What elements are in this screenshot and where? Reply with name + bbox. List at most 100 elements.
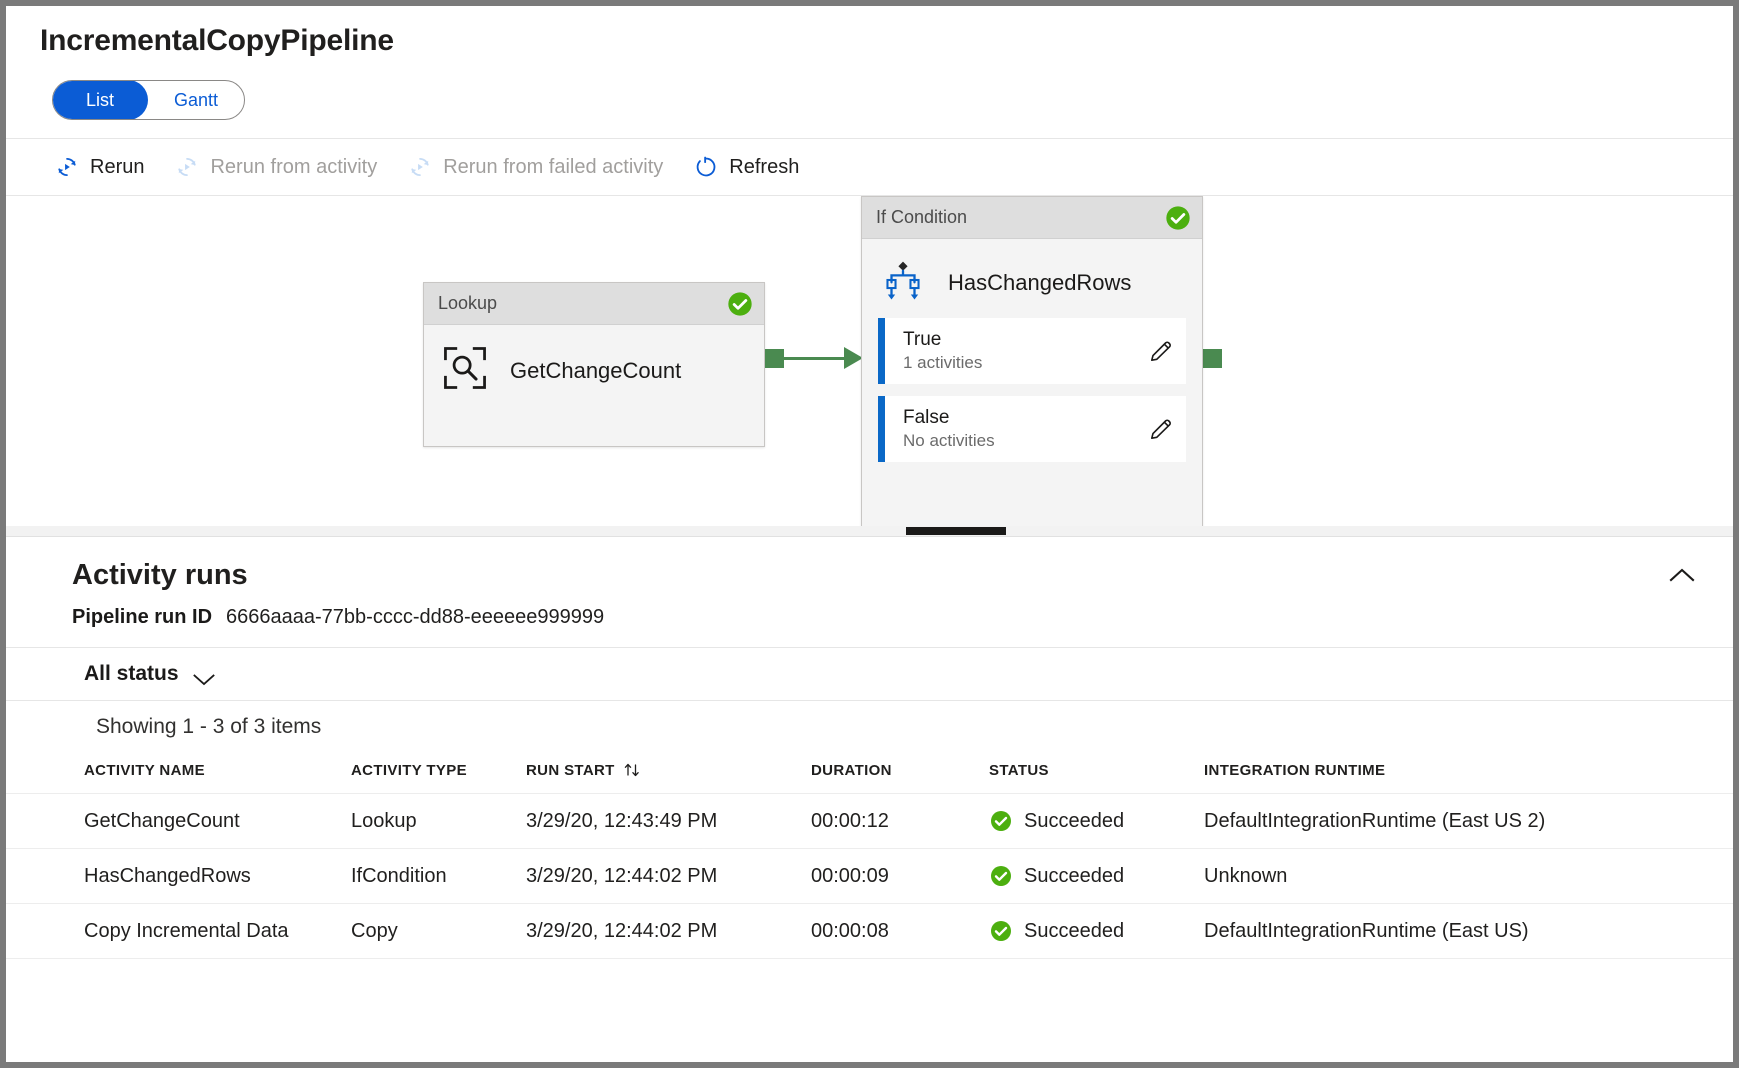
status-success-icon xyxy=(1164,204,1192,232)
activity-runs-table: ACTIVITY NAME ACTIVITY TYPE RUN START xyxy=(6,751,1733,959)
canvas-horizontal-scrollbar[interactable] xyxy=(6,526,1733,536)
if-condition-activity-name: HasChangedRows xyxy=(948,270,1131,296)
rerun-from-activity-button[interactable]: Rerun from activity xyxy=(172,150,379,184)
status-label: Succeeded xyxy=(1024,920,1124,943)
branch-true-subtitle: 1 activities xyxy=(903,353,982,372)
cell-activity-name: Copy Incremental Data xyxy=(6,904,351,959)
pipeline-node-if-condition[interactable]: If Condition xyxy=(861,196,1203,536)
rerun-from-activity-label: Rerun from activity xyxy=(210,156,377,179)
cell-integration-runtime: DefaultIntegrationRuntime (East US) xyxy=(1204,904,1733,959)
chevron-down-icon xyxy=(193,668,215,681)
branch-accent-bar xyxy=(878,318,885,384)
status-success-icon xyxy=(726,290,754,318)
column-header-activity-type[interactable]: ACTIVITY TYPE xyxy=(351,751,526,794)
rerun-from-failed-activity-button[interactable]: Rerun from failed activity xyxy=(405,150,665,184)
branch-true-title: True xyxy=(903,329,941,350)
column-header-status[interactable]: STATUS xyxy=(989,751,1204,794)
pipeline-run-id-label: Pipeline run ID xyxy=(72,606,212,629)
cell-integration-runtime: Unknown xyxy=(1204,849,1733,904)
cell-run-start: 3/29/20, 12:44:02 PM xyxy=(526,849,811,904)
activity-runs-header: Activity runs xyxy=(6,537,1733,592)
page-title: IncrementalCopyPipeline xyxy=(6,6,1733,58)
status-filter-dropdown[interactable]: All status xyxy=(84,662,215,686)
edit-true-branch-button[interactable] xyxy=(1142,332,1186,370)
column-header-duration[interactable]: DURATION xyxy=(811,751,989,794)
refresh-label: Refresh xyxy=(729,156,799,179)
collapse-panel-button[interactable] xyxy=(1661,559,1703,591)
filter-bar: All status xyxy=(6,647,1733,701)
rerun-from-failed-activity-label: Rerun from failed activity xyxy=(443,156,663,179)
status-success-icon xyxy=(989,919,1013,943)
canvas-scrollbar-thumb[interactable] xyxy=(906,527,1006,535)
connector-line xyxy=(784,357,846,360)
cell-run-start: 3/29/20, 12:43:49 PM xyxy=(526,794,811,849)
cell-activity-name: GetChangeCount xyxy=(6,794,351,849)
pencil-icon xyxy=(1148,338,1174,364)
branch-false[interactable]: False No activities xyxy=(878,396,1186,462)
activity-runs-title: Activity runs xyxy=(72,559,248,592)
node-body-lookup: GetChangeCount xyxy=(424,325,764,416)
column-header-integration-runtime[interactable]: INTEGRATION RUNTIME xyxy=(1204,751,1733,794)
cell-run-start: 3/29/20, 12:44:02 PM xyxy=(526,904,811,959)
lookup-activity-name: GetChangeCount xyxy=(510,358,681,384)
column-header-activity-name[interactable]: ACTIVITY NAME xyxy=(6,751,351,794)
status-filter-label: All status xyxy=(84,662,179,686)
rerun-label: Rerun xyxy=(90,156,144,179)
toolbar: Rerun Rerun from activity xyxy=(6,138,1733,196)
node-header-if-condition: If Condition xyxy=(862,197,1202,239)
rerun-button[interactable]: Rerun xyxy=(52,150,146,184)
branch-false-subtitle: No activities xyxy=(903,431,995,450)
cell-duration: 00:00:09 xyxy=(811,849,989,904)
node-type-label: If Condition xyxy=(876,207,967,228)
pipeline-canvas[interactable]: Lookup xyxy=(6,196,1733,536)
node-body-if-condition: HasChangedRows xyxy=(862,239,1202,318)
status-success-icon xyxy=(989,809,1013,833)
cell-duration: 00:00:12 xyxy=(811,794,989,849)
toggle-gantt[interactable]: Gantt xyxy=(148,81,244,119)
table-row[interactable]: HasChangedRows IfCondition 3/29/20, 12:4… xyxy=(6,849,1733,904)
branch-accent-bar xyxy=(878,396,885,462)
app-window: IncrementalCopyPipeline List Gantt Rerun xyxy=(0,0,1739,1068)
rerun-icon xyxy=(54,154,80,180)
rerun-from-activity-icon xyxy=(174,154,200,180)
cell-status: Succeeded xyxy=(989,849,1204,904)
pipeline-node-lookup[interactable]: Lookup xyxy=(423,282,765,447)
cell-activity-type: Copy xyxy=(351,904,526,959)
column-header-run-start[interactable]: RUN START xyxy=(526,751,811,794)
refresh-button[interactable]: Refresh xyxy=(691,150,801,184)
chevron-up-icon xyxy=(1669,567,1695,583)
branch-false-title: False xyxy=(903,407,949,428)
table-row[interactable]: GetChangeCount Lookup 3/29/20, 12:43:49 … xyxy=(6,794,1733,849)
cell-activity-name: HasChangedRows xyxy=(6,849,351,904)
pipeline-run-id-value: 6666aaaa-77bb-cccc-dd88-eeeeee999999 xyxy=(226,606,604,629)
if-condition-icon xyxy=(880,257,926,308)
connector-output-port[interactable] xyxy=(765,349,784,368)
showing-count-text: Showing 1 - 3 of 3 items xyxy=(6,701,1733,739)
node-header-lookup: Lookup xyxy=(424,283,764,325)
status-success-icon xyxy=(989,864,1013,888)
table-header-row: ACTIVITY NAME ACTIVITY TYPE RUN START xyxy=(6,751,1733,794)
pencil-icon xyxy=(1148,416,1174,442)
refresh-icon xyxy=(693,154,719,180)
column-header-run-start-label: RUN START xyxy=(526,762,615,779)
toggle-list[interactable]: List xyxy=(52,80,148,120)
lookup-icon xyxy=(442,345,488,396)
cell-status: Succeeded xyxy=(989,904,1204,959)
branch-true[interactable]: True 1 activities xyxy=(878,318,1186,384)
pipeline-run-id-row: Pipeline run ID 6666aaaa-77bb-cccc-dd88-… xyxy=(6,592,1733,629)
status-label: Succeeded xyxy=(1024,810,1124,833)
view-toggle[interactable]: List Gantt xyxy=(52,80,245,120)
sort-updown-icon xyxy=(623,761,641,779)
table-row[interactable]: Copy Incremental Data Copy 3/29/20, 12:4… xyxy=(6,904,1733,959)
connector-input-port[interactable] xyxy=(1203,349,1222,368)
edit-false-branch-button[interactable] xyxy=(1142,410,1186,448)
cell-activity-type: Lookup xyxy=(351,794,526,849)
status-label: Succeeded xyxy=(1024,865,1124,888)
node-type-label: Lookup xyxy=(438,293,497,314)
activity-runs-panel: Activity runs Pipeline run ID 6666aaaa-7… xyxy=(6,536,1733,959)
rerun-from-failed-activity-icon xyxy=(407,154,433,180)
cell-integration-runtime: DefaultIntegrationRuntime (East US 2) xyxy=(1204,794,1733,849)
cell-activity-type: IfCondition xyxy=(351,849,526,904)
cell-status: Succeeded xyxy=(989,794,1204,849)
cell-duration: 00:00:08 xyxy=(811,904,989,959)
